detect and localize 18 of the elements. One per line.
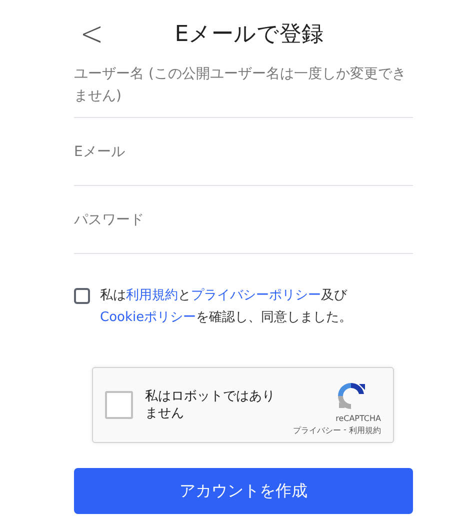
link-separator: - bbox=[342, 425, 348, 436]
create-account-button[interactable]: アカウントを作成 bbox=[74, 468, 413, 514]
email-field[interactable]: Eメール bbox=[74, 118, 413, 185]
captcha-brand: reCAPTCHA bbox=[336, 414, 381, 423]
terms-link[interactable]: 利用規約 bbox=[349, 425, 381, 436]
captcha-logo-icon bbox=[335, 380, 367, 412]
consent-checkbox[interactable] bbox=[74, 288, 90, 304]
captcha-checkbox[interactable] bbox=[105, 391, 133, 419]
password-field[interactable]: パスワード bbox=[74, 186, 413, 253]
policy-link[interactable]: 利用規約 bbox=[126, 288, 178, 303]
consent-text: 私は利用規約 と プライバシーポリシー及び Cookieポリシーを確認し、同意しました。 bbox=[100, 287, 354, 327]
policy-link[interactable]: Cookieポリシー bbox=[100, 310, 196, 325]
back-button[interactable]: < bbox=[74, 17, 110, 51]
privacy-link[interactable]: プライバシー bbox=[293, 425, 342, 436]
username-field[interactable]: ユーザー名 (この公開ユーザー名は一度しか変更できません) bbox=[74, 63, 413, 107]
page-title: Eメールで登録 bbox=[174, 21, 325, 49]
captcha-label: 私はロボットではありません bbox=[145, 388, 276, 422]
policy-link[interactable]: プライバシーポリシー bbox=[191, 288, 321, 303]
